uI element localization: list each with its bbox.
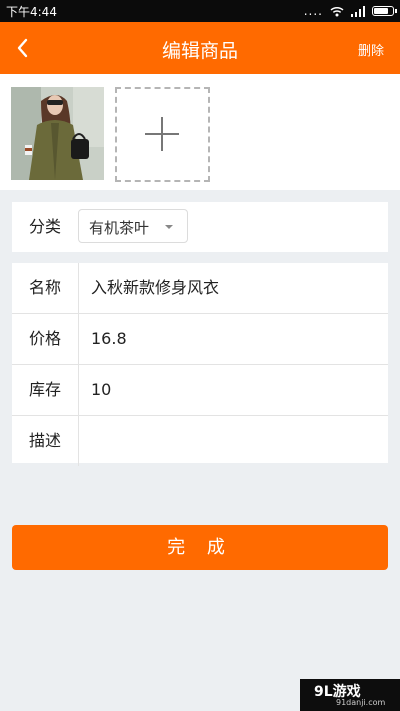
watermark-url: 91danji.com (336, 698, 386, 707)
status-bar: 下午4:44 .... (0, 0, 400, 22)
add-image-button[interactable] (115, 87, 210, 182)
product-photo[interactable] (11, 87, 104, 180)
category-label: 分类 (28, 217, 61, 236)
signal-icon (351, 5, 365, 17)
done-button[interactable]: 完 成 (12, 525, 388, 570)
field-stock-input[interactable]: 10 (91, 365, 111, 415)
battery-icon (372, 6, 397, 16)
field-description-row: 描述 (12, 416, 388, 466)
field-price-input[interactable]: 16.8 (91, 314, 127, 364)
wifi-icon (330, 6, 344, 16)
chevron-down-icon (165, 225, 173, 229)
product-photo-image (11, 87, 104, 180)
watermark-logo: 9L游戏 91danji.com (300, 679, 400, 711)
product-images (0, 74, 400, 190)
field-price-label: 价格 (12, 314, 79, 364)
field-name-label: 名称 (12, 263, 79, 313)
product-details-form: 名称 入秋新款修身风衣 价格 16.8 库存 10 描述 (12, 263, 388, 466)
field-description-label: 描述 (12, 416, 79, 466)
field-stock-row: 库存 10 (12, 365, 388, 416)
category-select[interactable]: 有机茶叶 (78, 209, 188, 243)
field-price-row: 价格 16.8 (12, 314, 388, 365)
status-time: 下午4:44 (6, 5, 57, 19)
plus-icon-vertical (161, 117, 163, 151)
category-row: 分类 有机茶叶 (12, 202, 388, 252)
field-name-row: 名称 入秋新款修身风衣 (12, 263, 388, 314)
battery-level (374, 8, 388, 14)
field-name-input[interactable]: 入秋新款修身风衣 (91, 263, 219, 313)
field-stock-label: 库存 (12, 365, 79, 415)
page-title: 编辑商品 (161, 40, 238, 62)
header-bar: 编辑商品 删除 (0, 22, 400, 74)
more-dots-icon: .... (303, 4, 323, 18)
delete-button[interactable]: 删除 (358, 40, 384, 59)
category-card: 分类 有机茶叶 (12, 202, 388, 252)
status-icons: .... (303, 4, 397, 18)
category-selected-value: 有机茶叶 (89, 219, 150, 237)
